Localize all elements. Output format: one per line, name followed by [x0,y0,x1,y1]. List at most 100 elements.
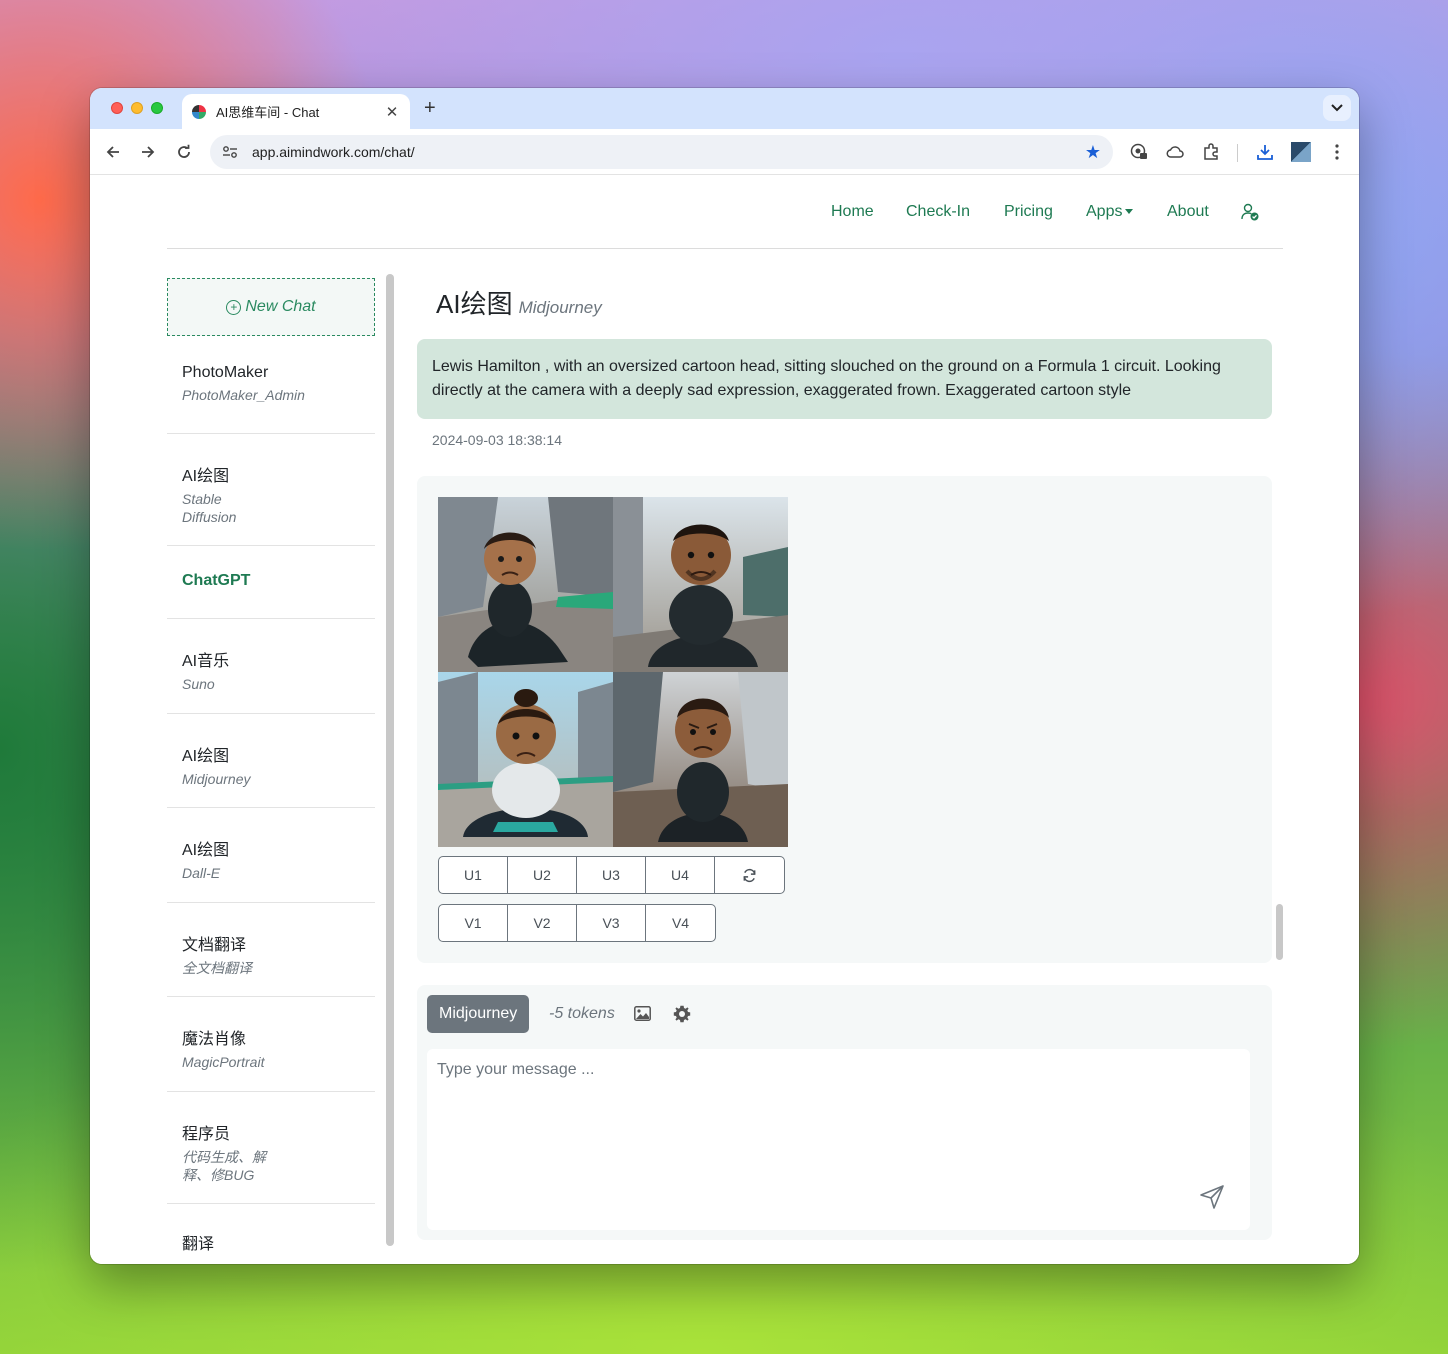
plus-circle-icon: + [226,299,242,315]
sidebar-item-title: ChatGPT [182,572,251,589]
web-page: Home Check-In Pricing Apps About + New C… [90,176,1359,1264]
sidebar-item-subtitle: MagicPortrait [182,1054,265,1070]
back-arrow-icon [106,146,119,158]
reload-icon [178,144,190,158]
chat-sidebar: + New Chat PhotoMaker PhotoMaker_Admin A… [167,278,375,1264]
sidebar-item-dall-e[interactable]: AI绘图 Dall-E [167,808,375,903]
sidebar-item-title: 程序员 [182,1126,231,1143]
upscale-button-group: U1 U2 U3 U4 [438,856,785,894]
chat-subtitle: Midjourney [518,298,602,317]
reroll-button[interactable] [715,857,784,893]
sidebar-item-title: 翻译 [182,1236,215,1253]
generated-image-4[interactable] [613,672,788,847]
chat-title-text: AI绘图 [436,289,513,319]
nav-check-in[interactable]: Check-In [906,203,970,221]
generated-image-card: U1 U2 U3 U4 V1 V2 V3 V4 [417,476,1272,963]
new-tab-button[interactable]: + [424,97,436,119]
cloud-icon[interactable] [1165,142,1185,162]
browser-menu-icon[interactable] [1327,142,1347,162]
nav-home[interactable]: Home [831,203,874,221]
forward-button[interactable] [137,141,159,163]
close-window-button[interactable] [111,102,123,114]
generated-image-1[interactable] [438,497,613,672]
sidebar-item-title: AI绘图 [182,842,230,859]
browser-tab[interactable]: AI思维车间 - Chat ✕ [182,94,410,129]
back-button[interactable] [102,141,124,163]
extension-lock-icon[interactable] [1129,142,1149,162]
tab-search-button[interactable] [1323,95,1351,121]
zoom-window-button[interactable] [151,102,163,114]
browser-toolbar: app.aimindwork.com/chat/ ★ [90,129,1359,175]
sidebar-item-magic-portrait[interactable]: 魔法肖像 MagicPortrait [167,997,375,1092]
refresh-icon [743,868,756,882]
u3-button[interactable]: U3 [577,857,646,893]
nav-apps[interactable]: Apps [1086,203,1134,221]
address-bar[interactable]: app.aimindwork.com/chat/ ★ [210,135,1113,169]
model-select-button[interactable]: Midjourney [427,995,530,1033]
user-check-icon[interactable] [1241,203,1259,221]
extensions-puzzle-icon[interactable] [1201,142,1221,162]
nav-about[interactable]: About [1167,203,1209,221]
settings-gear-icon[interactable] [673,1005,691,1023]
sidebar-item-title: 魔法肖像 [182,1031,247,1048]
sidebar-item-photomaker[interactable]: PhotoMaker PhotoMaker_Admin [167,336,375,434]
tab-title: AI思维车间 - Chat [216,105,320,120]
sidebar-item-subtitle: Midjourney [182,771,251,787]
sidebar-item-title: AI音乐 [182,653,230,670]
sidebar-item-subtitle: PhotoMaker_Admin [182,387,305,403]
url-text[interactable]: app.aimindwork.com/chat/ [252,144,1085,160]
browser-window: AI思维车间 - Chat ✕ + app.aimindwork.com/cha… [90,88,1359,1264]
message-timestamp: 2024-09-03 18:38:14 [432,432,562,448]
sidebar-item-doc-translate[interactable]: 文档翻译 全文档翻译 [167,903,375,997]
variation-button-group: V1 V2 V3 V4 [438,904,716,942]
sidebar-item-subtitle: 代码生成、解释、修BUG [182,1149,266,1183]
toolbar-divider [1237,144,1238,162]
generated-image-2[interactable] [613,497,788,672]
profile-avatar[interactable] [1291,142,1311,162]
sidebar-item-subtitle: 全文档翻译 [182,960,252,976]
download-icon[interactable] [1255,142,1275,162]
user-prompt-message: Lewis Hamilton , with an oversized carto… [417,339,1272,419]
sidebar-item-title: PhotoMaker [182,364,269,381]
sidebar-item-subtitle: Stable Diffusion [182,491,237,525]
sidebar-item-chatgpt[interactable]: ChatGPT [167,546,375,619]
sidebar-item-translate[interactable]: 翻译 [167,1204,375,1264]
tab-close-icon[interactable]: ✕ [384,103,400,121]
chat-title: AI绘图 Midjourney [436,284,602,321]
v3-button[interactable]: V3 [577,905,646,941]
sidebar-item-stable-diffusion[interactable]: AI绘图 Stable Diffusion [167,434,375,546]
sidebar-item-suno[interactable]: AI音乐 Suno [167,619,375,714]
site-info-icon[interactable] [222,144,238,160]
new-chat-label: New Chat [245,298,316,315]
forward-arrow-icon [142,146,155,158]
chat-scrollbar[interactable] [1276,904,1283,960]
message-composer: Midjourney -5 tokens [417,985,1272,1240]
token-cost: -5 tokens [549,1005,615,1022]
new-chat-button[interactable]: + New Chat [167,278,375,336]
u4-button[interactable]: U4 [646,857,715,893]
reload-button[interactable] [173,141,195,163]
sidebar-item-subtitle: Suno [182,676,215,692]
u2-button[interactable]: U2 [508,857,577,893]
sidebar-item-title: 文档翻译 [182,937,247,954]
caret-down-icon [1125,209,1134,215]
sidebar-item-title: AI绘图 [182,468,230,485]
sidebar-item-title: AI绘图 [182,748,230,765]
v1-button[interactable]: V1 [439,905,508,941]
send-icon[interactable] [1199,1184,1225,1210]
image-upload-icon[interactable] [634,1006,651,1021]
chevron-down-icon [1331,104,1343,112]
bookmark-star-icon[interactable]: ★ [1085,142,1101,163]
sidebar-scrollbar[interactable] [386,274,394,1246]
generated-image-grid[interactable] [438,497,788,847]
u1-button[interactable]: U1 [439,857,508,893]
message-input[interactable] [427,1049,1250,1230]
sidebar-item-midjourney[interactable]: AI绘图 Midjourney [167,714,375,808]
nav-pricing[interactable]: Pricing [1004,203,1053,221]
v2-button[interactable]: V2 [508,905,577,941]
tab-bar: AI思维车间 - Chat ✕ + [90,88,1359,129]
sidebar-item-programmer[interactable]: 程序员 代码生成、解释、修BUG [167,1092,375,1204]
v4-button[interactable]: V4 [646,905,715,941]
generated-image-3[interactable] [438,672,613,847]
minimize-window-button[interactable] [131,102,143,114]
